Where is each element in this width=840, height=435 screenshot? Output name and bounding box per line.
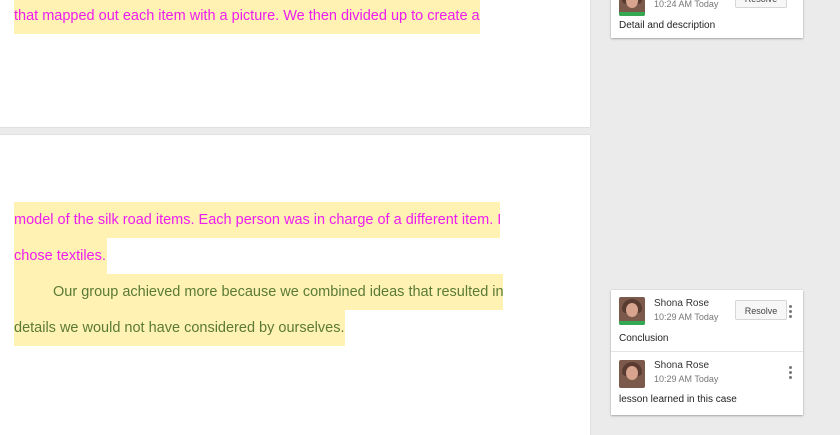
comment-text: Detail and description — [619, 20, 716, 31]
line-text: chose textiles. — [14, 248, 106, 264]
document-line[interactable]: details we would not have considered by … — [14, 310, 345, 346]
divider — [611, 351, 803, 352]
more-options-icon[interactable] — [789, 366, 793, 381]
resolve-button[interactable]: Resolve — [735, 0, 787, 8]
line-text: model of the silk road items. Each perso… — [14, 212, 502, 228]
document-line[interactable]: that mapped out each item with a picture… — [14, 0, 480, 34]
line-text: that mapped out each item with a picture… — [14, 8, 480, 24]
comment-text: Conclusion — [619, 333, 669, 344]
line-text: Our group achieved more because we combi… — [53, 284, 504, 300]
comment-time: 10:29 AM Today — [654, 312, 719, 322]
more-options-icon[interactable] — [789, 305, 793, 320]
comment-author: Shona Rose — [654, 298, 710, 309]
comment-card[interactable]: 10:24 AM Today Resolve Detail and descri… — [611, 0, 803, 38]
reply-author: Shona Rose — [654, 360, 710, 371]
avatar — [619, 360, 645, 388]
avatar — [619, 0, 645, 16]
comment-time: 10:24 AM Today — [654, 0, 719, 9]
comment-thread[interactable]: Shona Rose 10:29 AM Today Resolve Conclu… — [611, 290, 803, 415]
reply-text: lesson learned in this case — [619, 394, 737, 405]
document-line[interactable]: model of the silk road items. Each perso… — [14, 202, 502, 238]
avatar — [619, 297, 645, 325]
reply-time: 10:29 AM Today — [654, 374, 719, 384]
line-text: details we would not have considered by … — [14, 320, 345, 336]
document-page-2: model of the silk road items. Each perso… — [0, 135, 590, 435]
resolve-button[interactable]: Resolve — [735, 300, 787, 320]
document-line[interactable]: chose textiles. — [14, 238, 107, 274]
document-line[interactable]: Our group achieved more because we combi… — [14, 274, 504, 310]
document-page-1: that mapped out each item with a picture… — [0, 0, 590, 127]
